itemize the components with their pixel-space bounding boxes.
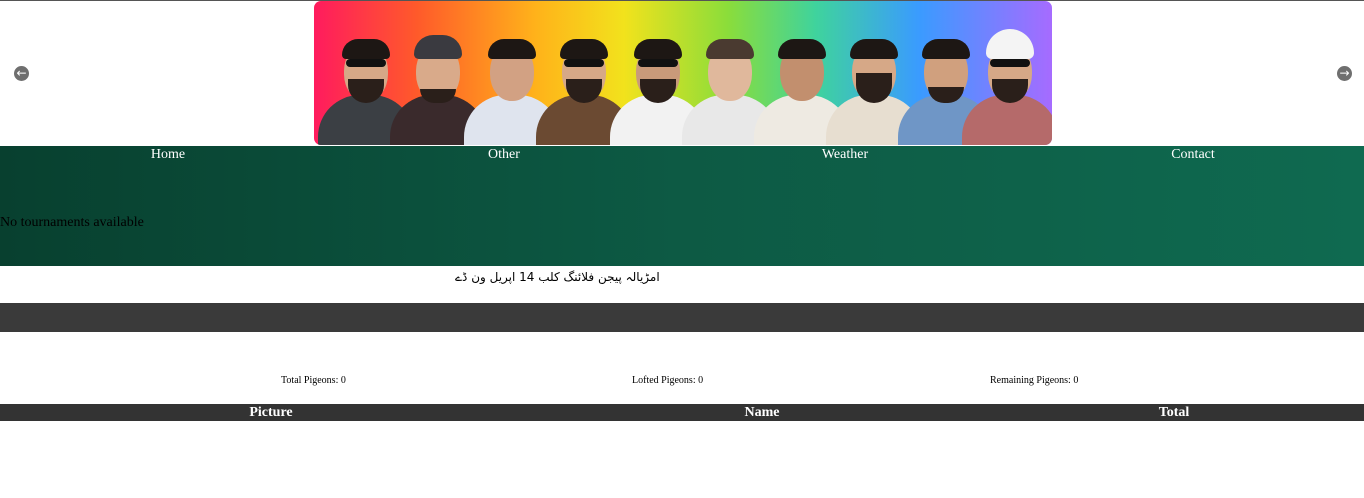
- results-table-header: Picture Name Total: [0, 404, 1364, 421]
- column-header-total: Total: [1158, 405, 1190, 420]
- main-navigation: Home Other Weather Contact No tournament…: [0, 146, 1364, 266]
- nav-home-link[interactable]: Home: [108, 146, 228, 164]
- nav-weather-link[interactable]: Weather: [785, 146, 905, 164]
- next-slide-button[interactable]: →: [1337, 66, 1352, 81]
- event-title: امڑیالہ پیجن فلائنگ کلب 14 اپریل ون ڈے: [455, 270, 660, 284]
- section-divider-bar: [0, 303, 1364, 332]
- column-header-picture: Picture: [249, 405, 293, 420]
- total-pigeons-count: Total Pigeons: 0: [281, 375, 346, 386]
- banner-image: [314, 1, 1052, 145]
- column-header-name: Name: [744, 405, 780, 420]
- remaining-pigeons-count: Remaining Pigeons: 0: [990, 375, 1079, 386]
- banner-slider: ← →: [0, 1, 1364, 146]
- no-tournaments-message: No tournaments available: [0, 215, 144, 230]
- banner-person: [962, 5, 1052, 145]
- lofted-pigeons-count: Lofted Pigeons: 0: [632, 375, 704, 386]
- nav-other-link[interactable]: Other: [444, 146, 564, 164]
- nav-contact-link[interactable]: Contact: [1133, 146, 1253, 164]
- previous-slide-button[interactable]: ←: [14, 66, 29, 81]
